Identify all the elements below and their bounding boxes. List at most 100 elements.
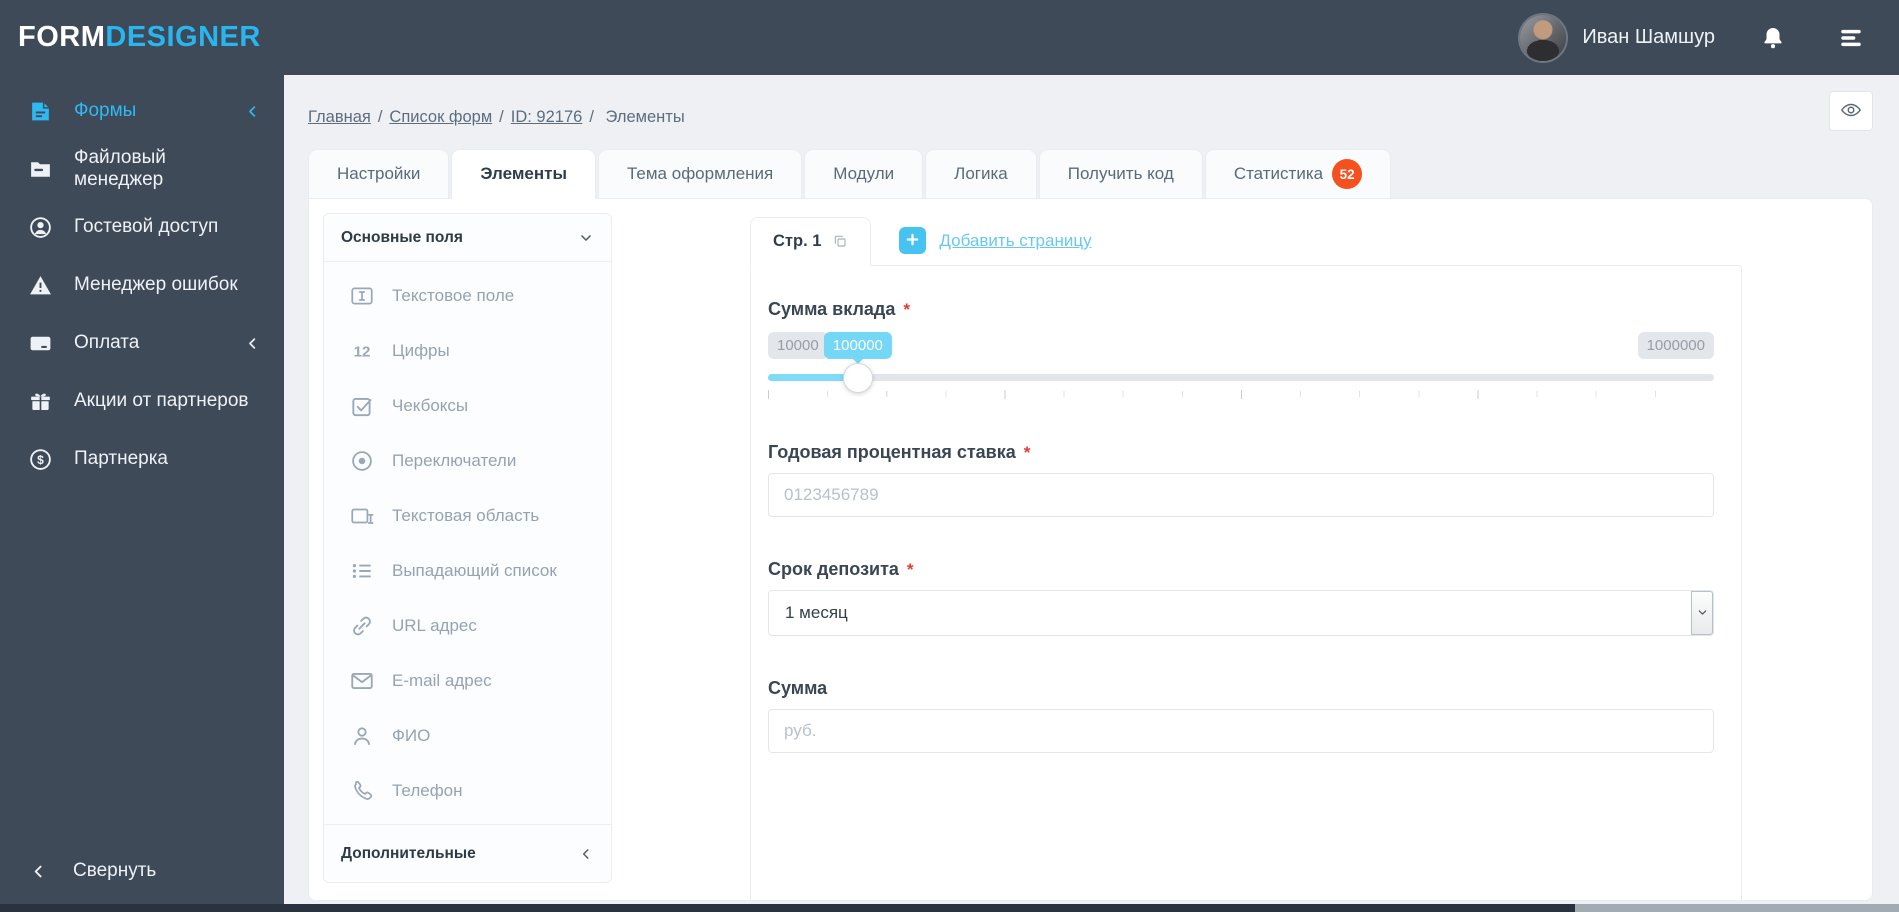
interest-rate-input[interactable] xyxy=(768,473,1714,517)
sidebar-item-label: Файловый менеджер xyxy=(74,147,166,190)
radio-icon xyxy=(349,448,375,474)
sidebar-item[interactable]: Оплата xyxy=(0,314,284,372)
required-mark: * xyxy=(906,560,914,579)
phone-icon xyxy=(349,778,375,804)
gift-icon xyxy=(28,389,53,414)
field-deposit-amount: Сумма вклада * 10000 100000 1000000 xyxy=(768,299,1714,404)
element-item[interactable]: Телефон xyxy=(324,763,611,818)
add-page-button[interactable] xyxy=(899,227,927,254)
tab[interactable]: Получить код xyxy=(1038,149,1203,199)
tab[interactable]: Тема оформления xyxy=(597,149,803,199)
element-item-label: Текстовое поле xyxy=(392,285,515,305)
element-item-label: Переключатели xyxy=(392,450,517,470)
page-tab[interactable]: Стр. 1 xyxy=(750,216,872,266)
sidebar-item[interactable]: Акции от партнеров xyxy=(0,372,284,430)
element-item-label: Цифры xyxy=(392,340,450,360)
tab[interactable]: Элементы xyxy=(451,149,596,199)
topbar-right: Иван Шамшур xyxy=(1520,14,1869,61)
panel-section-additional[interactable]: Дополнительные xyxy=(324,824,611,882)
sidebar-item[interactable]: Файловый менеджер xyxy=(0,140,284,198)
deposit-term-select[interactable]: 1 месяц xyxy=(768,590,1714,636)
slider-max-badge: 1000000 xyxy=(1637,332,1714,359)
sidebar-nav: Формы Файловый менеджер Гостевой доступ … xyxy=(0,75,284,488)
svg-text:12: 12 xyxy=(354,343,371,360)
sidebar-item[interactable]: $ Партнерка xyxy=(0,430,284,488)
element-item[interactable]: 12 Цифры xyxy=(324,323,611,378)
panel-section-title: Основные поля xyxy=(341,228,463,246)
sidebar-item[interactable]: Гостевой доступ xyxy=(0,198,284,256)
field-label: Сумма xyxy=(768,678,828,698)
payment-icon xyxy=(28,331,53,356)
page-tab-label: Стр. 1 xyxy=(773,231,822,250)
chevron-left-icon xyxy=(245,104,260,119)
tab[interactable]: Статистика 52 xyxy=(1204,149,1392,199)
tab-label: Статистика xyxy=(1233,164,1324,183)
element-item[interactable]: Переключатели xyxy=(324,433,611,488)
notifications-bell-icon[interactable] xyxy=(1759,24,1787,52)
element-item-label: Телефон xyxy=(392,780,463,800)
preview-eye-button[interactable] xyxy=(1829,91,1873,131)
checkbox-icon xyxy=(349,393,375,419)
menu-icon[interactable] xyxy=(1833,24,1869,52)
element-item-label: URL адрес xyxy=(392,615,477,635)
breadcrumb-link[interactable]: Главная xyxy=(308,108,371,126)
chevron-down-icon xyxy=(579,231,593,245)
chevron-left-icon xyxy=(245,336,260,351)
panel-section-title: Дополнительные xyxy=(341,844,476,862)
breadcrumb-link[interactable]: ID: 92176 xyxy=(511,108,583,126)
breadcrumb: Главная / Список форм / ID: 92176 / Элементы xyxy=(284,75,1899,127)
tab-label: Модули xyxy=(833,164,895,183)
collapse-label: Свернуть xyxy=(73,860,157,881)
element-item[interactable]: Чекбоксы xyxy=(324,378,611,433)
textarea-icon xyxy=(349,503,375,529)
element-item-label: Чекбоксы xyxy=(392,395,469,415)
tab[interactable]: Модули xyxy=(804,149,924,199)
element-item-label: Текстовая область xyxy=(392,505,540,525)
breadcrumb-link[interactable]: Список форм xyxy=(389,108,492,126)
breadcrumb-separator: / xyxy=(377,108,383,126)
user-name[interactable]: Иван Шамшур xyxy=(1582,26,1715,49)
sidebar-collapse-button[interactable]: Свернуть xyxy=(0,846,284,896)
form-preview-card: Сумма вклада * 10000 100000 1000000 Годо… xyxy=(750,265,1742,900)
element-item[interactable]: ФИО xyxy=(324,708,611,763)
amount-input[interactable] xyxy=(768,709,1714,753)
element-item[interactable]: Текстовое поле xyxy=(324,268,611,323)
person-icon xyxy=(349,723,375,749)
tab[interactable]: Настройки xyxy=(308,149,450,199)
select-dropdown-button[interactable] xyxy=(1691,591,1713,635)
bottom-strip xyxy=(1575,904,1899,912)
element-item-label: ФИО xyxy=(392,725,431,745)
breadcrumb-current: Элементы xyxy=(605,108,685,126)
sidebar-item[interactable]: Менеджер ошибок xyxy=(0,256,284,314)
avatar[interactable] xyxy=(1520,14,1567,61)
guest-access-icon xyxy=(28,215,53,240)
sidebar: Формы Файловый менеджер Гостевой доступ … xyxy=(0,75,284,912)
eye-icon xyxy=(1840,99,1862,124)
field-label: Сумма вклада * xyxy=(768,299,910,319)
plus-icon xyxy=(905,232,920,250)
digits-icon: 12 xyxy=(349,338,375,364)
element-item[interactable]: Выпадающий список xyxy=(324,543,611,598)
element-item-label: E-mail адрес xyxy=(392,670,492,690)
duplicate-page-icon[interactable] xyxy=(832,233,848,249)
element-item[interactable]: Текстовая область xyxy=(324,488,611,543)
slider-track[interactable] xyxy=(768,362,1714,393)
dropdown-icon xyxy=(349,558,375,584)
element-item[interactable]: URL адрес xyxy=(324,598,611,653)
element-item[interactable]: E-mail адрес xyxy=(324,653,611,708)
selected-option: 1 месяц xyxy=(785,603,848,622)
slider-handle[interactable] xyxy=(842,362,873,393)
sidebar-item-label: Оплата xyxy=(74,332,140,353)
tab-label: Элементы xyxy=(480,164,567,183)
field-amount: Сумма xyxy=(768,678,1714,753)
tab[interactable]: Логика xyxy=(925,149,1037,199)
text-field-icon xyxy=(349,283,375,309)
partner-icon: $ xyxy=(28,447,53,472)
svg-text:$: $ xyxy=(37,452,44,466)
sidebar-item-label: Акции от партнеров xyxy=(74,390,249,411)
form-builder: Стр. 1 Добавить страницу Сумма вклада * xyxy=(750,213,1742,900)
chevron-down-icon xyxy=(1697,603,1708,623)
sidebar-item[interactable]: Формы xyxy=(0,82,284,140)
panel-section-basic-fields[interactable]: Основные поля xyxy=(324,214,611,262)
add-page-link[interactable]: Добавить страницу xyxy=(939,231,1091,251)
